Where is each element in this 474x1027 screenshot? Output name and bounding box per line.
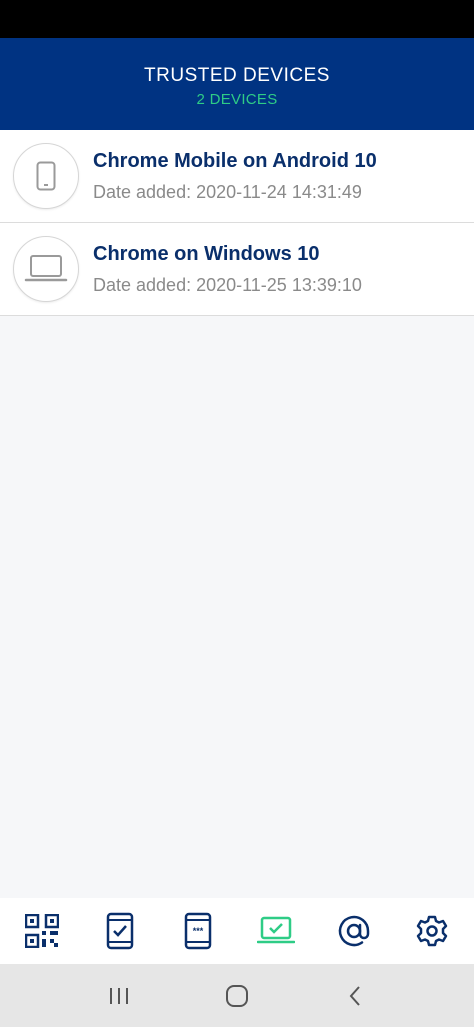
tab-qr-code[interactable] [13, 902, 71, 960]
device-avatar [13, 143, 79, 209]
recent-apps-icon [110, 987, 128, 1004]
page-title: TRUSTED DEVICES [144, 64, 330, 86]
tab-phone-check[interactable] [91, 902, 149, 960]
tab-phone-pin[interactable]: *** [169, 902, 227, 960]
device-avatar [13, 236, 79, 302]
gear-icon [416, 915, 448, 947]
smartphone-icon [36, 161, 56, 191]
device-date: Date added: 2020-11-25 13:39:10 [93, 274, 362, 295]
laptop-check-icon [257, 916, 295, 944]
recent-apps-button[interactable] [94, 971, 144, 1021]
svg-text:***: *** [193, 926, 204, 936]
tab-email[interactable] [325, 902, 383, 960]
device-date: Date added: 2020-11-24 14:31:49 [93, 181, 362, 202]
device-count: 2 DEVICES [196, 90, 278, 108]
phone-pin-icon: *** [184, 912, 212, 950]
home-button[interactable] [212, 971, 262, 1021]
system-nav-bar [0, 964, 474, 1027]
laptop-icon [24, 255, 68, 282]
tab-settings[interactable] [403, 902, 461, 960]
home-icon [226, 984, 248, 1007]
device-list-item[interactable]: Chrome on Windows 10 Date added: 2020-11… [0, 223, 474, 316]
app-header: TRUSTED DEVICES 2 DEVICES [0, 38, 474, 130]
device-list-item[interactable]: Chrome Mobile on Android 10 Date added: … [0, 130, 474, 223]
device-list: Chrome Mobile on Android 10 Date added: … [0, 130, 474, 316]
qr-code-icon [25, 914, 59, 948]
bottom-tab-bar: *** [0, 898, 474, 964]
at-sign-icon [338, 915, 370, 947]
device-name: Chrome on Windows 10 [93, 242, 320, 265]
device-name: Chrome Mobile on Android 10 [93, 149, 377, 172]
phone-check-icon [106, 912, 134, 950]
tab-trusted-devices[interactable] [247, 902, 305, 960]
back-chevron-icon [349, 985, 360, 1006]
status-bar [0, 0, 474, 38]
back-button[interactable] [330, 971, 380, 1021]
